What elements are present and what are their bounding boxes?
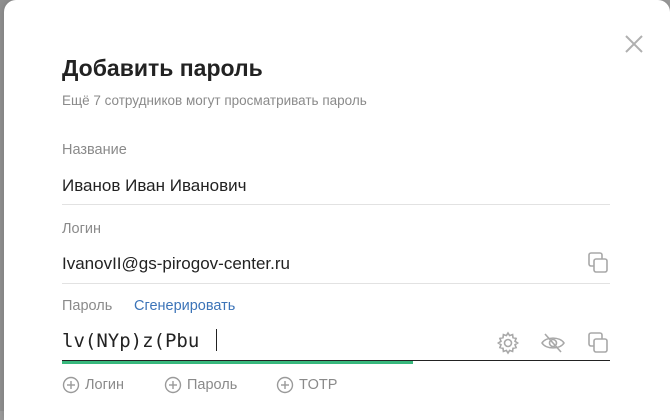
name-field-divider — [62, 204, 610, 205]
dialog-title: Добавить пароль — [62, 55, 263, 81]
close-icon[interactable] — [618, 28, 650, 60]
plus-circle-icon — [62, 376, 80, 394]
name-field-label: Название — [62, 142, 127, 158]
gear-icon[interactable] — [494, 329, 522, 357]
login-field-divider — [62, 283, 610, 284]
add-totp-button[interactable]: TOTP — [276, 374, 337, 396]
password-field-label: Пароль — [62, 298, 113, 314]
name-input[interactable]: Иванов Иван Иванович — [62, 176, 246, 196]
text-caret — [216, 329, 217, 351]
plus-circle-icon — [276, 376, 294, 394]
password-input[interactable]: lv(NYp)z(Pbu — [62, 330, 199, 352]
add-password-button[interactable]: Пароль — [164, 374, 237, 396]
add-password-dialog: Добавить пароль Ещё 7 сотрудников могут … — [4, 0, 670, 420]
add-password-label: Пароль — [187, 377, 238, 393]
password-settings-button[interactable] — [494, 329, 522, 357]
copy-password-button[interactable] — [584, 329, 612, 357]
generate-password-link[interactable]: Сгенерировать — [134, 298, 235, 314]
add-login-label: Логин — [85, 377, 124, 393]
password-strength-bar — [62, 361, 413, 364]
eye-off-icon[interactable] — [539, 329, 567, 357]
copy-icon[interactable] — [584, 329, 612, 357]
dialog-subtitle: Ещё 7 сотрудников могут просматривать па… — [62, 93, 367, 108]
add-totp-label: TOTP — [299, 377, 338, 393]
login-input[interactable]: IvanovII@gs-pirogov-center.ru — [62, 254, 290, 274]
close-button[interactable] — [618, 28, 650, 60]
copy-login-button[interactable] — [584, 249, 612, 277]
add-login-button[interactable]: Логин — [62, 374, 124, 396]
plus-circle-icon — [164, 376, 182, 394]
copy-icon[interactable] — [584, 249, 612, 277]
toggle-password-visibility-button[interactable] — [539, 329, 567, 357]
login-field-label: Логин — [62, 221, 101, 237]
